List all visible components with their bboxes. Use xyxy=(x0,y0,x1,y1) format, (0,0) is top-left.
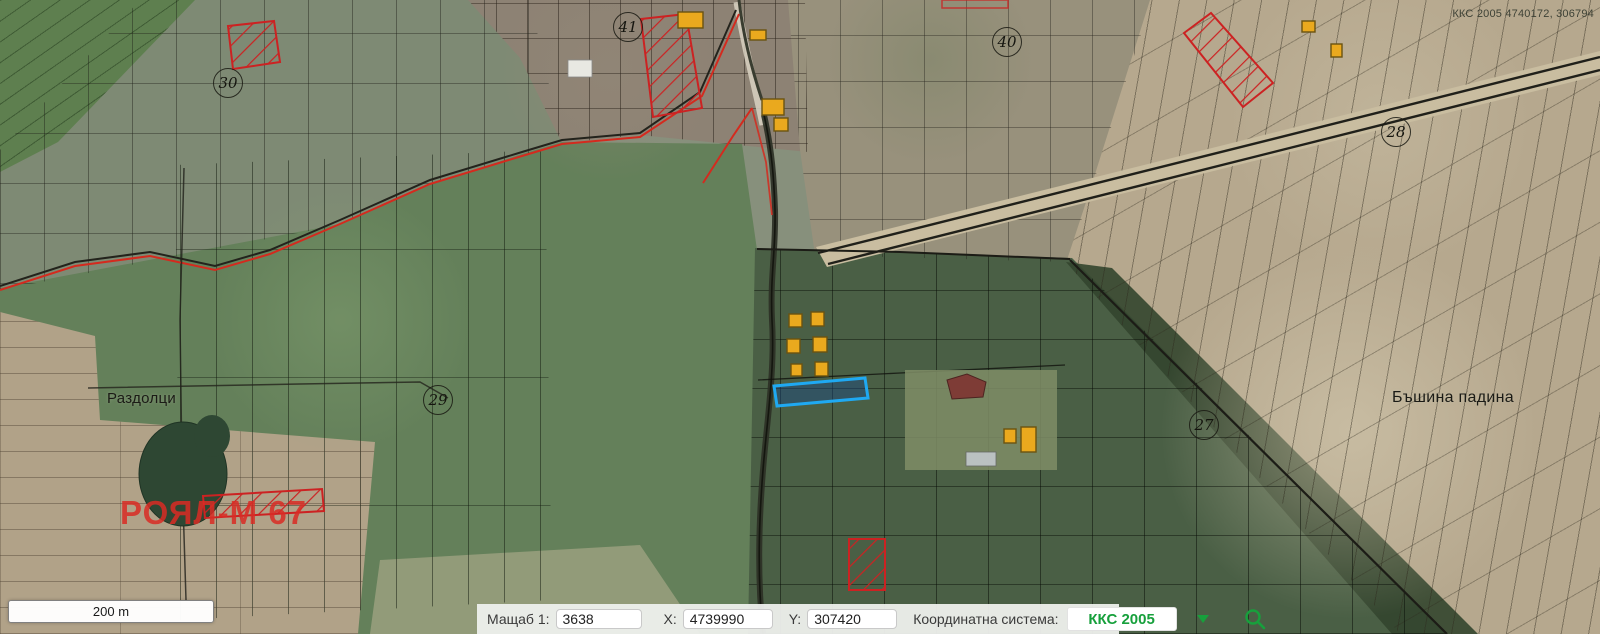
zone-number-label: 41 xyxy=(618,18,637,36)
y-coordinate-label: Y: xyxy=(789,611,801,627)
zone-number-30: 30 xyxy=(213,68,243,98)
crs-dropdown[interactable]: ККС 2005 xyxy=(1067,607,1177,631)
place-label-bashina-padina: Бъшина падина xyxy=(1392,389,1514,407)
x-coordinate-input[interactable] xyxy=(683,609,773,629)
place-label-razdolci: Раздолци xyxy=(107,390,176,407)
zone-number-label: 30 xyxy=(218,74,237,92)
scale-input[interactable] xyxy=(556,609,642,629)
map-scale-bar: 200 m xyxy=(8,600,214,623)
search-button[interactable] xyxy=(1243,606,1267,632)
map-toolbar: Мащаб 1: X: Y: Координатна система: ККС … xyxy=(477,604,1119,634)
zone-number-label: 29 xyxy=(428,391,447,409)
zone-number-40: 40 xyxy=(992,27,1022,57)
chevron-down-icon[interactable] xyxy=(1197,615,1209,623)
zone-number-27: 27 xyxy=(1189,410,1219,440)
x-coordinate-label: X: xyxy=(664,611,677,627)
zone-number-label: 40 xyxy=(997,33,1016,51)
zone-number-label: 28 xyxy=(1386,123,1405,141)
crs-selected-value: ККС 2005 xyxy=(1088,611,1154,628)
zone-number-41: 41 xyxy=(613,12,643,42)
search-icon xyxy=(1243,607,1267,631)
scale-bar-label: 200 m xyxy=(93,604,129,619)
map-canvas[interactable]: 30 41 40 28 29 27 Раздолци Бъшина падина… xyxy=(0,0,1600,634)
crs-label: Координатна система: xyxy=(913,611,1058,627)
watermark-royal-m-67: РОЯЛ-М 67 xyxy=(120,494,307,532)
y-coordinate-input[interactable] xyxy=(807,609,897,629)
scale-label: Мащаб 1: xyxy=(487,611,550,627)
cursor-coordinates-readout: ККС 2005 4740172, 306794 xyxy=(1452,8,1594,20)
zone-number-29: 29 xyxy=(423,385,453,415)
zone-number-label: 27 xyxy=(1194,416,1213,434)
zone-number-28: 28 xyxy=(1381,117,1411,147)
